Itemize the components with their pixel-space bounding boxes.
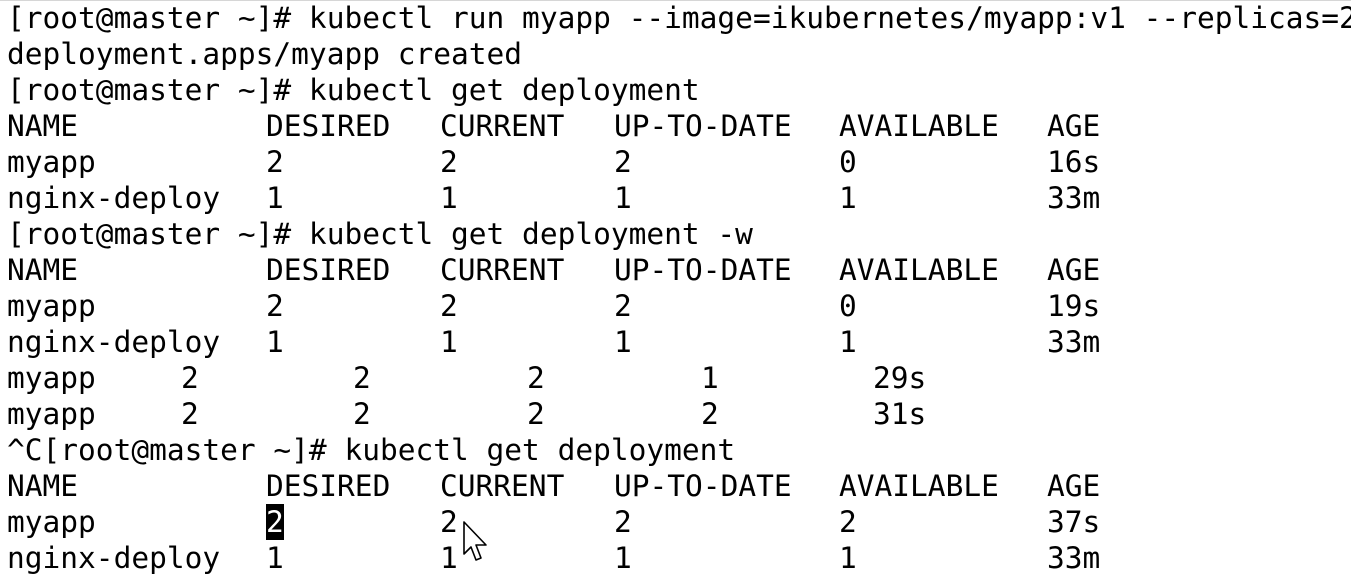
column-header: UP-TO-DATE bbox=[614, 253, 792, 287]
table-cell: 2 bbox=[614, 145, 632, 179]
table-cell: 0 bbox=[839, 145, 857, 179]
table-cell: 1 bbox=[440, 325, 458, 359]
table-cell: 2 bbox=[440, 505, 458, 539]
table-cell: 1 bbox=[614, 181, 632, 215]
table-cell: myapp bbox=[7, 397, 96, 431]
column-header: NAME bbox=[7, 109, 79, 143]
table-cell: 1 bbox=[614, 541, 632, 575]
table-cell: 2 bbox=[701, 397, 719, 431]
column-header: CURRENT bbox=[440, 109, 565, 143]
column-header: AVAILABLE bbox=[839, 109, 999, 143]
prompt-line: [root@master ~]# kubectl get deployment bbox=[7, 73, 700, 107]
table-cell: 1 bbox=[839, 181, 857, 215]
table-cell: 37s bbox=[1047, 505, 1101, 539]
column-header: AVAILABLE bbox=[839, 469, 999, 503]
column-header: CURRENT bbox=[440, 253, 565, 287]
table-cell: 2 bbox=[181, 361, 199, 395]
prompt-line: [root@master ~]# kubectl run myapp --ima… bbox=[7, 1, 1351, 35]
table-cell: 31s bbox=[873, 397, 927, 431]
table-cell: 29s bbox=[873, 361, 927, 395]
table-cell: 33m bbox=[1047, 541, 1101, 575]
table-cell: 2 bbox=[614, 505, 632, 539]
table-cell: 2 bbox=[527, 397, 545, 431]
column-header: UP-TO-DATE bbox=[614, 469, 792, 503]
column-header: DESIRED bbox=[266, 469, 391, 503]
table-cell: 0 bbox=[839, 289, 857, 323]
column-header: AGE bbox=[1047, 469, 1101, 503]
column-header: NAME bbox=[7, 469, 79, 503]
table-cell: 33m bbox=[1047, 181, 1101, 215]
table-cell: 2 bbox=[353, 361, 371, 395]
table-cell: 2 bbox=[266, 145, 284, 179]
table-cell: nginx-deploy bbox=[7, 541, 221, 575]
column-header: CURRENT bbox=[440, 469, 565, 503]
table-cell: 2 bbox=[440, 289, 458, 323]
column-header: DESIRED bbox=[266, 253, 391, 287]
table-cell: 16s bbox=[1047, 145, 1101, 179]
column-header: UP-TO-DATE bbox=[614, 109, 792, 143]
table-cell: 33m bbox=[1047, 325, 1101, 359]
table-cell: 2 bbox=[440, 145, 458, 179]
table-cell: 1 bbox=[839, 541, 857, 575]
table-cell: nginx-deploy bbox=[7, 181, 221, 215]
table-cell: 2 bbox=[527, 361, 545, 395]
table-cell: myapp bbox=[7, 505, 96, 539]
table-cell: 1 bbox=[440, 541, 458, 575]
table-cell: 19s bbox=[1047, 289, 1101, 323]
table-cell: 1 bbox=[266, 181, 284, 215]
column-header: DESIRED bbox=[266, 109, 391, 143]
terminal-window[interactable]: [root@master ~]# kubectl run myapp --ima… bbox=[0, 0, 1351, 581]
table-cell: myapp bbox=[7, 361, 96, 395]
table-cell: 2 bbox=[181, 397, 199, 431]
table-cell: 1 bbox=[614, 325, 632, 359]
table-cell: 1 bbox=[266, 325, 284, 359]
table-cell: 2 bbox=[266, 289, 284, 323]
prompt-line: ^C[root@master ~]# kubectl get deploymen… bbox=[7, 433, 736, 467]
column-header: AVAILABLE bbox=[839, 253, 999, 287]
table-cell: 1 bbox=[701, 361, 719, 395]
table-cell: myapp bbox=[7, 145, 96, 179]
table-cell: nginx-deploy bbox=[7, 325, 221, 359]
terminal-cursor: 2 bbox=[266, 504, 284, 540]
column-header: AGE bbox=[1047, 253, 1101, 287]
table-cell: 1 bbox=[266, 541, 284, 575]
column-header: NAME bbox=[7, 253, 79, 287]
table-cell: 2 bbox=[353, 397, 371, 431]
prompt-line: [root@master ~]# kubectl get deployment … bbox=[7, 217, 753, 251]
table-cell: 1 bbox=[440, 181, 458, 215]
column-header: AGE bbox=[1047, 109, 1101, 143]
table-cell: 2 bbox=[614, 289, 632, 323]
mouse-pointer-icon bbox=[463, 521, 487, 561]
table-cell: 1 bbox=[839, 325, 857, 359]
output-line: deployment.apps/myapp created bbox=[7, 37, 523, 71]
table-cell: myapp bbox=[7, 289, 96, 323]
table-cell: 2 bbox=[839, 505, 857, 539]
